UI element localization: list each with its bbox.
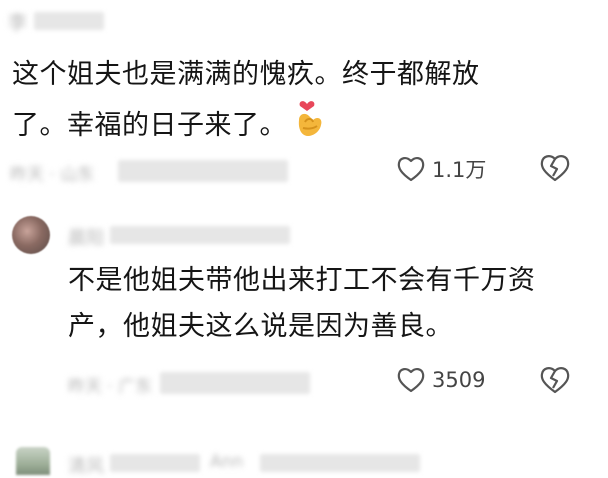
broken-heart-icon (538, 155, 572, 188)
comment-text-line-1: 这个姐夫也是满满的愧疚。终于都解放 (12, 59, 480, 90)
heart-outline-icon (396, 366, 426, 394)
comment-3: 清风 Ann (0, 420, 608, 478)
author-redaction (34, 12, 104, 30)
meta-redaction (260, 454, 420, 472)
comment-text-line-2: 了。幸福的日子来了。 (12, 98, 480, 153)
comment-author[interactable]: 清风 (68, 452, 104, 478)
like-button[interactable]: 3509 (396, 366, 485, 394)
broken-heart-icon (538, 367, 572, 400)
like-count: 1.1万 (432, 158, 487, 182)
dislike-button[interactable] (538, 152, 572, 188)
comment-meta: Ann (210, 452, 244, 472)
comment-meta: 昨天 · 山东 (10, 165, 95, 185)
comment-author[interactable]: 李 (8, 8, 27, 35)
avatar[interactable] (12, 216, 50, 254)
heart-hands-emoji-icon (293, 98, 327, 153)
author-redaction (110, 454, 200, 472)
dislike-button[interactable] (538, 364, 572, 400)
meta-redaction (160, 372, 310, 394)
heart-outline-icon (396, 155, 426, 183)
comment-text-line-1: 不是他姐夫带他出来打工不会有千万资 (68, 265, 536, 296)
comment-text: 不是他姐夫带他出来打工不会有千万资 产，他姐夫这么说是因为善良。 (68, 258, 536, 350)
comment-text-line-2-text: 了。幸福的日子来了。 (12, 109, 287, 141)
comment-2: 晨阳 不是他姐夫带他出来打工不会有千万资 产，他姐夫这么说是因为善良。 昨天 ·… (0, 200, 608, 420)
comment-author[interactable]: 晨阳 (68, 224, 104, 250)
meta-redaction (118, 160, 288, 182)
comment-text: 这个姐夫也是满满的愧疚。终于都解放 了。幸福的日子来了。 (12, 52, 480, 153)
comment-1: 李 这个姐夫也是满满的愧疚。终于都解放 了。幸福的日子来了。 昨天 · 山东 1… (0, 0, 608, 200)
like-count: 3509 (432, 368, 486, 392)
comment-meta: 昨天 · 广东 (68, 377, 153, 397)
comment-text-line-2: 产，他姐夫这么说是因为善良。 (68, 311, 453, 342)
avatar[interactable] (16, 447, 50, 475)
like-button[interactable]: 1.1万 (396, 154, 486, 184)
author-redaction (110, 226, 290, 244)
